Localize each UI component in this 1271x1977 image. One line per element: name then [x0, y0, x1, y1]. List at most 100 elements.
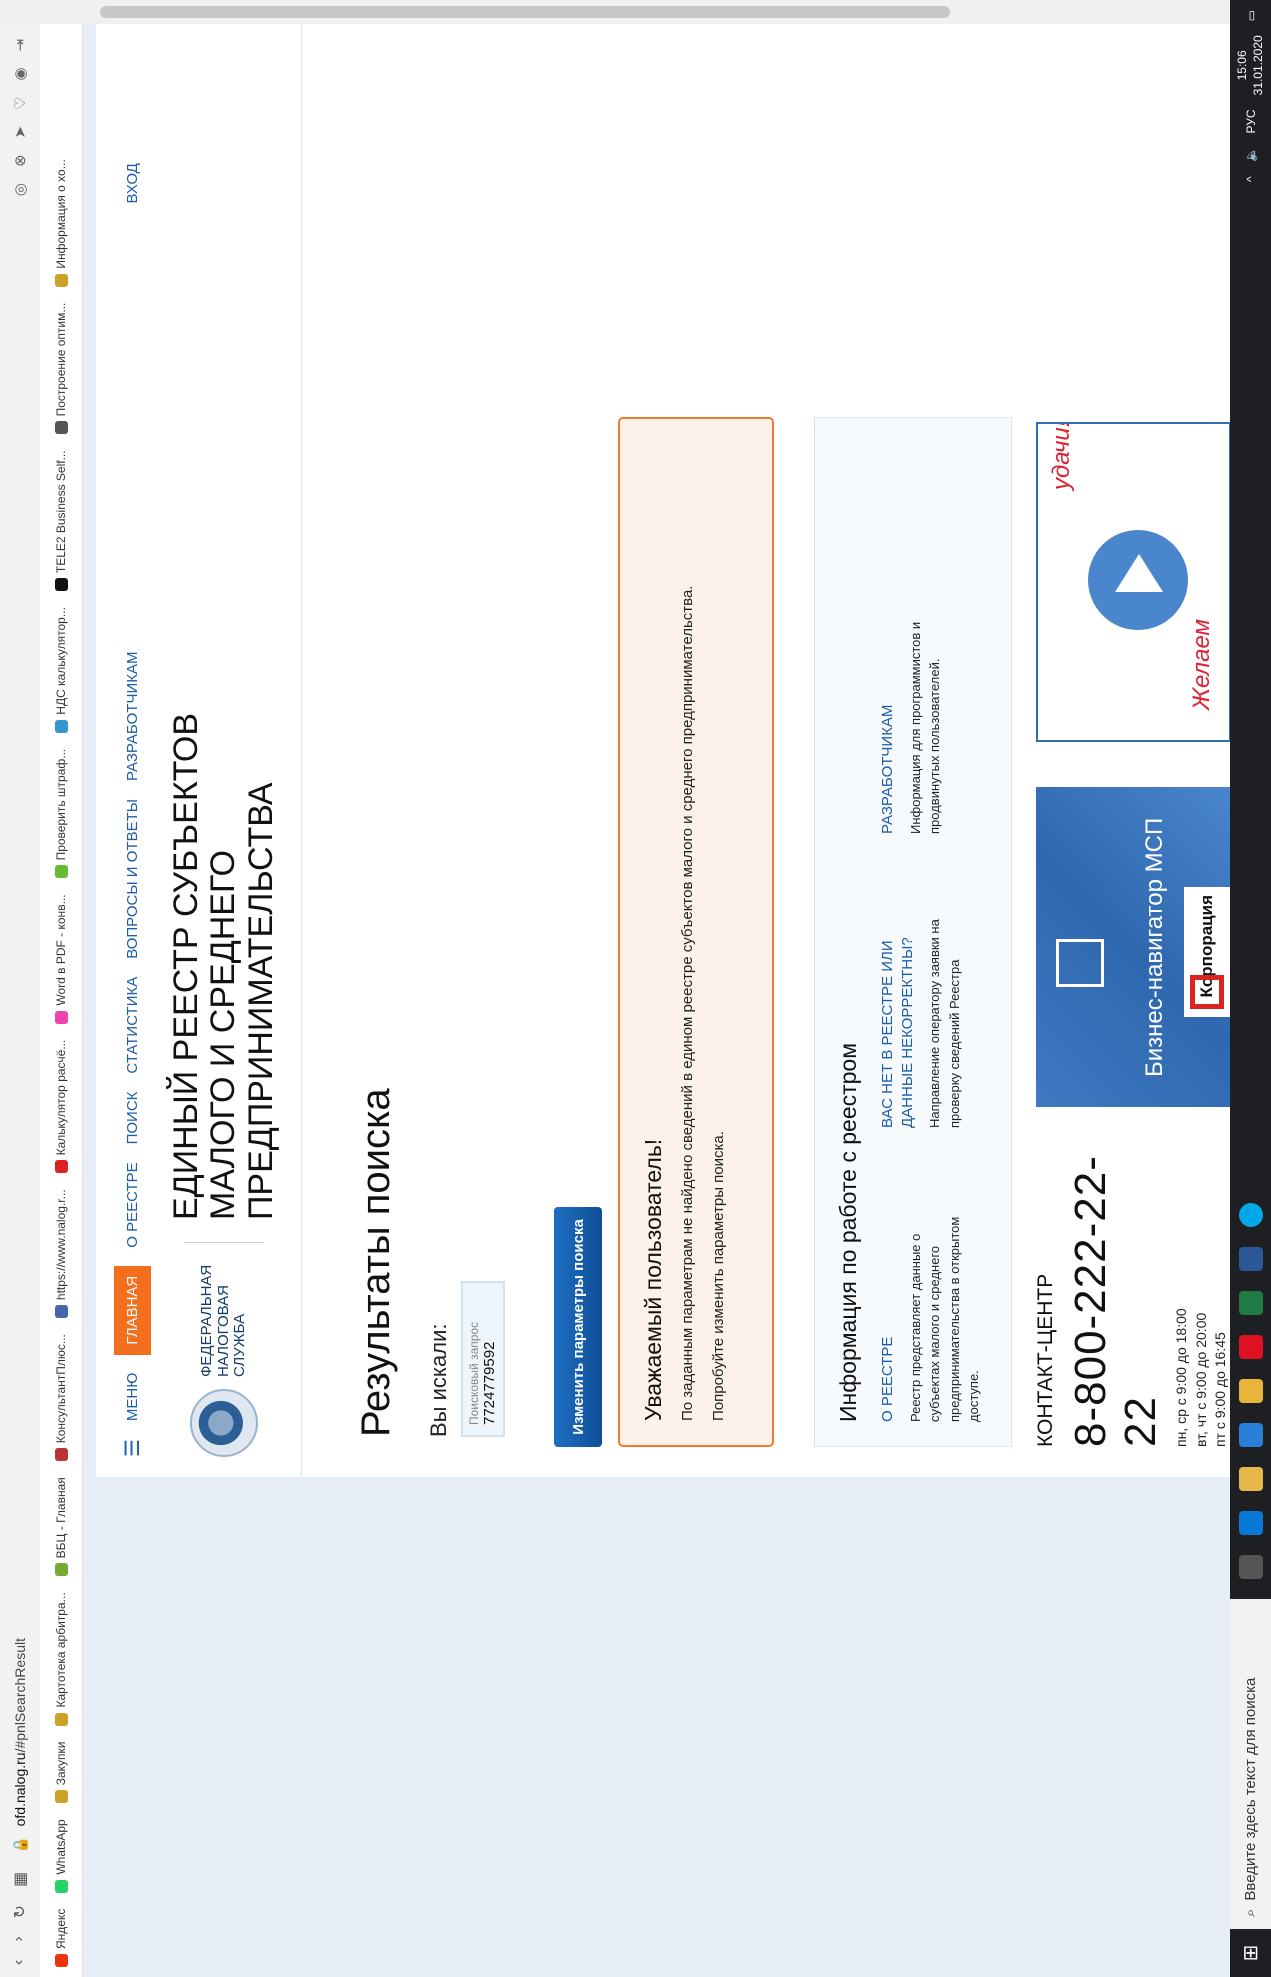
volume-icon[interactable]: 🔈: [1244, 147, 1258, 162]
bookmark-favicon-icon: [54, 1712, 68, 1726]
info-about-link[interactable]: О РЕЕСТРЕ: [878, 1172, 898, 1422]
language-indicator[interactable]: РУС: [1244, 109, 1258, 133]
notifications-icon[interactable]: ▭: [1244, 10, 1258, 21]
site-header: ☰ МЕНЮ ГЛАВНАЯ О РЕЕСТРЕ ПОИСК СТАТИСТИК…: [96, 2, 302, 1477]
bookmark-label: WhatsApp: [54, 1819, 68, 1875]
back-icon[interactable]: ‹: [10, 1960, 30, 1965]
business-navigator-banner[interactable]: Бизнес-навигатор МСП Корпорация: [1036, 787, 1231, 1107]
scrollbar-thumb[interactable]: [100, 6, 950, 18]
browser-toolbar: ‹ › ↻ ▦ 🔒 ofd.nalog.ru/#pnlSearchResult …: [0, 0, 41, 1977]
bookmark-item[interactable]: ВБЦ - Главная: [54, 1477, 68, 1577]
download-icon[interactable]: ⇥: [11, 39, 29, 52]
good-luck-banner[interactable]: удачи!!! Желаем: [1036, 422, 1231, 742]
system-tray: ^ 🔈 РУС 15:06 31.01.2020 ▭: [1235, 0, 1266, 182]
address-bar[interactable]: ofd.nalog.ru/#pnlSearchResult: [12, 1638, 28, 1826]
play-icon[interactable]: [1115, 554, 1163, 592]
site-title: ЕДИНЫЙ РЕЕСТР СУБЪЕКТОВ МАЛОГО И СРЕДНЕГ…: [167, 620, 280, 1220]
bookmark-label: TELE2 Business Self...: [54, 450, 68, 574]
nav-search[interactable]: ПОИСК: [124, 1092, 141, 1145]
bookmark-item[interactable]: WhatsApp: [54, 1819, 68, 1893]
word-icon[interactable]: [1238, 1247, 1263, 1271]
nav-statistics[interactable]: СТАТИСТИКА: [124, 977, 141, 1074]
camera-icon[interactable]: ◎: [11, 183, 29, 196]
bookmark-item[interactable]: Проверить штраф...: [54, 749, 68, 879]
forward-icon[interactable]: ›: [10, 1936, 30, 1941]
fns-emblem-icon: [190, 1389, 259, 1457]
search-query-chip: Поисковый запрос 7724779592: [461, 1281, 505, 1437]
block-icon[interactable]: ⊗: [11, 154, 29, 167]
contact-hours: пн, ср с 9:00 до 18:00: [1173, 1308, 1189, 1447]
bookmark-item[interactable]: Word в PDF - конв...: [54, 894, 68, 1024]
windows-start-icon[interactable]: ⊞: [1230, 1929, 1271, 1977]
bookmark-label: Word в PDF - конв...: [54, 894, 68, 1006]
opera-icon[interactable]: [1238, 1335, 1263, 1359]
query-value: 7724779592: [481, 1341, 498, 1425]
info-not-found-text: Направление оператору заявки на проверку…: [927, 919, 962, 1128]
bookmark-favicon-icon: [54, 719, 68, 733]
bookmark-favicon-icon: [54, 273, 68, 287]
chrome-icon[interactable]: [1238, 1379, 1263, 1403]
query-label: Поисковый запрос: [467, 1321, 481, 1425]
url-path: /#pnlSearchResult: [12, 1638, 28, 1753]
contact-hours: пт с 9:00 до 16:45: [1212, 1332, 1229, 1447]
nav-about[interactable]: О РЕЕСТРЕ: [124, 1162, 141, 1247]
site-title-line2: ПРЕДПРИНИМАТЕЛЬСТВА: [241, 782, 280, 1220]
banner-wish: Желаем: [1188, 619, 1215, 710]
nav-developers[interactable]: РАЗРАБОТЧИКАМ: [124, 652, 141, 781]
bookmark-favicon-icon: [54, 1305, 68, 1319]
page-content: ☰ МЕНЮ ГЛАВНАЯ О РЕЕСТРЕ ПОИСК СТАТИСТИК…: [96, 0, 1271, 1477]
bookmark-item[interactable]: Калькулятор расчё...: [54, 1040, 68, 1174]
corporation-logo: Корпорация: [1184, 887, 1230, 1017]
excel-icon[interactable]: [1238, 1291, 1263, 1315]
contact-center: КОНТАКТ-ЦЕНТР 8-800-222-22-22 пн, ср с 9…: [1034, 1147, 1231, 1447]
skype-icon[interactable]: [1238, 1203, 1263, 1227]
bookmark-label: Информация о хо...: [54, 159, 68, 269]
tabs-grid-icon[interactable]: ▦: [10, 1872, 30, 1887]
contact-phone[interactable]: 8-800-222-22-22: [1066, 1147, 1166, 1447]
bookmark-item[interactable]: НДС калькулятор...: [54, 607, 68, 733]
site-logo[interactable]: ФЕДЕРАЛЬНАЯ НАЛОГОВАЯ СЛУЖБА ЕДИНЫЙ РЕЕС…: [167, 620, 280, 1457]
bookmark-label: Картотека арбитра...: [54, 1592, 68, 1708]
nav-home[interactable]: ГЛАВНАЯ: [114, 1265, 151, 1355]
bookmark-favicon-icon: [54, 421, 68, 435]
bookmark-item[interactable]: Построение оптим...: [54, 303, 68, 435]
bookmark-item[interactable]: КонсультантПлюс...: [54, 1334, 68, 1462]
store-icon[interactable]: [1238, 1511, 1263, 1535]
heart-icon[interactable]: ♡: [11, 96, 29, 109]
bookmark-favicon-icon: [54, 1879, 68, 1893]
change-search-button[interactable]: Изменить параметры поиска: [554, 1207, 602, 1447]
tray-chevron-icon[interactable]: ^: [1244, 176, 1258, 182]
clock-time: 15:06: [1234, 50, 1249, 81]
bookmark-label: КонсультантПлюс...: [54, 1334, 68, 1444]
bookmark-favicon-icon: [54, 1954, 68, 1967]
taskbar-search[interactable]: ⌕ Введите здесь текст для поиска: [1230, 1599, 1271, 1929]
bookmark-favicon-icon: [54, 1790, 68, 1804]
menu-button[interactable]: МЕНЮ: [124, 1373, 141, 1422]
info-developers: РАЗРАБОТЧИКАМ Информация для программист…: [878, 584, 984, 834]
lock-icon: 🔒: [11, 1836, 28, 1854]
info-not-found-link[interactable]: ВАС НЕТ В РЕЕСТРЕ ИЛИ ДАННЫЕ НЕКОРРЕКТНЫ…: [878, 878, 917, 1128]
nav-faq[interactable]: ВОПРОСЫ И ОТВЕТЫ: [124, 799, 141, 959]
login-link[interactable]: ВХОД: [124, 163, 141, 203]
bookmark-item[interactable]: Картотека арбитра...: [54, 1592, 68, 1726]
bookmark-label: Калькулятор расчё...: [54, 1039, 68, 1156]
bookmark-item[interactable]: https://www.nalog.r...: [54, 1189, 68, 1319]
send-icon[interactable]: ➤: [11, 126, 29, 139]
edge-icon[interactable]: [1238, 1423, 1263, 1447]
explorer-icon[interactable]: [1238, 1467, 1263, 1491]
extension-icon[interactable]: ◉: [11, 67, 29, 80]
alert-message: По заданным параметрам не найдено сведен…: [679, 585, 696, 1421]
windows-taskbar: ⊞ ⌕ Введите здесь текст для поиска ^ 🔈 Р…: [1230, 0, 1271, 1977]
bookmark-item[interactable]: Закупки: [54, 1742, 68, 1804]
vertical-scrollbar[interactable]: [0, 0, 1271, 24]
bookmark-item[interactable]: TELE2 Business Self...: [54, 450, 68, 592]
info-developers-link[interactable]: РАЗРАБОТЧИКАМ: [878, 584, 898, 834]
bookmark-label: Построение оптим...: [54, 302, 68, 417]
clock[interactable]: 15:06 31.01.2020: [1235, 35, 1266, 95]
bookmark-item[interactable]: Яндекс: [54, 1909, 68, 1967]
menu-burger-icon[interactable]: ☰: [122, 1439, 144, 1457]
bookmark-item[interactable]: Информация о хо...: [54, 159, 68, 287]
reload-icon[interactable]: ↻: [10, 1905, 30, 1918]
bookmark-label: НДС калькулятор...: [54, 607, 68, 715]
task-view-icon[interactable]: [1238, 1555, 1263, 1579]
